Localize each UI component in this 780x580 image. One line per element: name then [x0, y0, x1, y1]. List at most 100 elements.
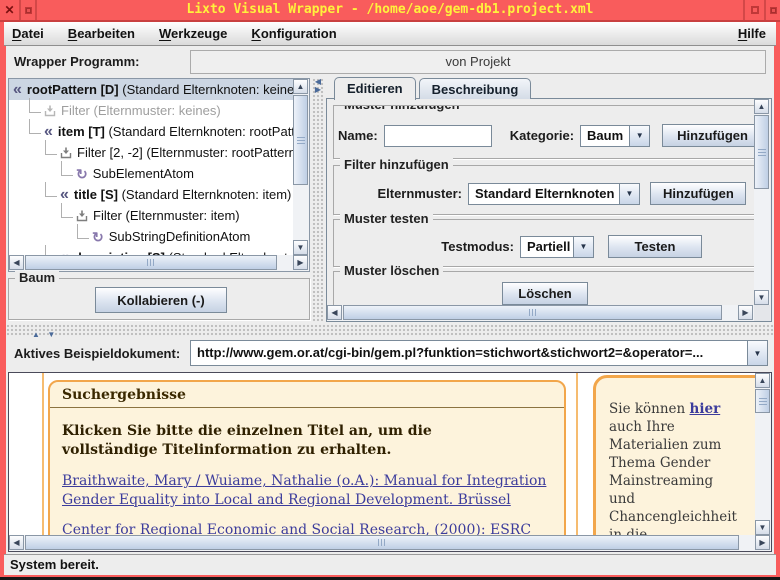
tree-item[interactable]: Filter [2, -2] (Elternmuster: rootPatter… [9, 142, 293, 163]
sidebar-text: Sie können hier auch Ihre Materialien zu… [609, 400, 741, 535]
page-border-line [576, 373, 578, 535]
category-combobox[interactable]: Baum ▼ [580, 125, 650, 147]
active-document-label: Aktives Beispieldokument: [14, 346, 180, 361]
browser-vscroll-thumb[interactable] [755, 389, 770, 413]
horizontal-splitter[interactable]: ▲ ▼ [6, 324, 774, 336]
tree-item-label: SubStringDefinitionAtom [109, 229, 251, 244]
scroll-up-icon[interactable]: ▲ [755, 373, 770, 388]
test-pattern-title: Muster testen [340, 212, 433, 226]
window-iconify-icon[interactable] [21, 0, 37, 20]
tree-hscroll-thumb[interactable] [25, 255, 277, 270]
scroll-up-icon[interactable]: ▲ [293, 79, 308, 94]
menu-konfiguration[interactable]: Konfiguration [251, 26, 336, 41]
result-link[interactable]: Braithwaite, Mary / Wuiame, Nathalie (o.… [62, 472, 552, 510]
menu-bearbeiten[interactable]: Bearbeiten [68, 26, 135, 41]
add-filter-button[interactable]: Hinzufügen [650, 182, 746, 205]
splitter-down-icon[interactable]: ▼ [47, 331, 55, 339]
tree-connector [45, 182, 57, 197]
tree-item[interactable]: ↻ SubElementAtom [9, 163, 293, 184]
menubar: Datei Bearbeiten Werkzeuge Konfiguration Hi… [4, 22, 776, 46]
menu-hilfe[interactable]: Hilfe [738, 26, 766, 41]
webpage: Suchergebnisse Klicken Sie bitte die ein… [9, 373, 755, 535]
tree-horizontal-scrollbar[interactable]: ◀ ▶ [9, 255, 309, 271]
filter-icon [76, 210, 88, 222]
scroll-left-icon[interactable]: ◀ [9, 535, 24, 550]
add-filter-group: Filter hinzufügen Elternmuster: Standard… [333, 165, 757, 215]
document-url-combobox[interactable]: http://www.gem.or.at/cgi-bin/gem.pl?funk… [190, 340, 768, 366]
tree-item[interactable]: « item [T] (Standard Elternknoten: rootPa… [9, 121, 293, 142]
browser-vertical-scrollbar[interactable]: ▲ ▼ [755, 373, 771, 535]
tree-item-label: item [T] (Standard Elternknoten: rootPat… [58, 124, 293, 139]
add-pattern-button[interactable]: Hinzufügen [662, 124, 757, 147]
collapse-button[interactable]: Kollabieren (-) [95, 287, 227, 313]
splitter-up-icon[interactable]: ▲ [32, 331, 40, 339]
tree-connector [29, 98, 41, 113]
parent-pattern-combobox[interactable]: Standard Elternknoten ▼ [468, 183, 640, 205]
filter-icon [60, 147, 72, 159]
tree-connector [61, 203, 73, 218]
window-close-icon[interactable]: ✕ [0, 0, 21, 20]
scroll-right-icon[interactable]: ▶ [738, 305, 753, 320]
chevron-down-icon[interactable]: ▼ [629, 126, 649, 146]
scroll-right-icon[interactable]: ▶ [755, 535, 770, 550]
pattern-name-input[interactable] [384, 125, 492, 147]
tree-item-label: Filter (Elternmuster: item) [93, 208, 240, 223]
hier-link[interactable]: hier [690, 401, 721, 417]
tree-item[interactable]: «description [S] (Standard Elternknoten [9, 247, 293, 255]
tree-viewport[interactable]: «rootPattern [D] (Standard Elternknoten:… [9, 79, 293, 255]
window-titlebar: ✕ Lixto Visual Wrapper - /home/aoe/gem-d… [0, 0, 780, 22]
pattern-tree: «rootPattern [D] (Standard Elternknoten:… [8, 78, 310, 272]
menu-werkzeuge[interactable]: Werkzeuge [159, 26, 227, 41]
parent-pattern-value: Standard Elternknoten [469, 184, 619, 204]
scroll-right-icon[interactable]: ▶ [293, 255, 308, 270]
pane-horizontal-scrollbar[interactable]: ◀ ▶ [327, 305, 754, 321]
chevron-down-icon[interactable]: ▼ [747, 341, 767, 365]
scroll-left-icon[interactable]: ◀ [327, 305, 342, 320]
window-maximize-icon[interactable] [743, 0, 764, 20]
browser-horizontal-scrollbar[interactable]: ◀ ▶ [9, 535, 771, 551]
add-filter-title: Filter hinzufügen [340, 158, 453, 172]
tree-item[interactable]: «title [S] (Standard Elternknoten: item) [9, 184, 293, 205]
pane-vertical-scrollbar[interactable]: ▲ ▼ [754, 99, 770, 305]
delete-button[interactable]: Löschen [502, 282, 588, 305]
materials-sidebar-box: Sie können hier auch Ihre Materialien zu… [593, 375, 755, 535]
scroll-down-icon[interactable]: ▼ [754, 290, 769, 305]
category-value: Baum [581, 126, 629, 146]
tab-editieren[interactable]: Editieren [334, 77, 416, 100]
testmode-combobox[interactable]: Partiell ▼ [520, 236, 594, 258]
window-resize-icon[interactable] [764, 0, 780, 20]
scroll-down-icon[interactable]: ▼ [293, 240, 308, 255]
scroll-down-icon[interactable]: ▼ [755, 520, 770, 535]
category-label: Kategorie: [510, 128, 574, 143]
tree-item-label: SubElementAtom [93, 166, 194, 181]
results-intro: Klicken Sie bitte die einzelnen Titel an… [62, 422, 532, 460]
document-url-value: http://www.gem.or.at/cgi-bin/gem.pl?funk… [191, 341, 747, 365]
tree-item[interactable]: Filter (Elternmuster: keines) [9, 100, 293, 121]
tree-item[interactable]: ↻SubStringDefinitionAtom [9, 226, 293, 247]
scroll-up-icon[interactable]: ▲ [754, 99, 769, 114]
tree-connector [45, 140, 57, 155]
status-bar: System bereit. [4, 554, 776, 575]
pattern-icon: « [44, 127, 53, 137]
result-link[interactable]: Center for Regional Economic and Social … [62, 521, 552, 535]
tree-item[interactable]: Filter (Elternmuster: item) [9, 205, 293, 226]
atom-icon: ↻ [76, 169, 88, 179]
chevron-down-icon[interactable]: ▼ [573, 237, 593, 257]
test-pattern-group: Muster testen Testmodus: Partiell ▼ Test… [333, 219, 757, 267]
pane-vscroll-thumb[interactable] [754, 115, 769, 189]
tab-beschreibung[interactable]: Beschreibung [419, 78, 532, 99]
chevron-down-icon[interactable]: ▼ [619, 184, 639, 204]
tree-vertical-scrollbar[interactable]: ▲ ▼ [293, 79, 309, 255]
test-button[interactable]: Testen [608, 235, 702, 258]
tree-item[interactable]: «rootPattern [D] (Standard Elternknoten:… [9, 79, 293, 100]
results-heading: Suchergebnisse [50, 382, 564, 408]
splitter-right-icon[interactable]: ▶ [312, 86, 324, 94]
browser-hscroll-thumb[interactable] [25, 535, 739, 550]
tree-vscroll-thumb[interactable] [293, 95, 308, 185]
scroll-left-icon[interactable]: ◀ [9, 255, 24, 270]
tree-item-label: Filter [2, -2] (Elternmuster: rootPatter… [77, 145, 293, 160]
menu-datei[interactable]: Datei [12, 26, 44, 41]
parent-pattern-label: Elternmuster: [377, 186, 462, 201]
pane-hscroll-thumb[interactable] [343, 305, 722, 320]
vertical-splitter[interactable]: ◀ ▶ [312, 78, 324, 322]
